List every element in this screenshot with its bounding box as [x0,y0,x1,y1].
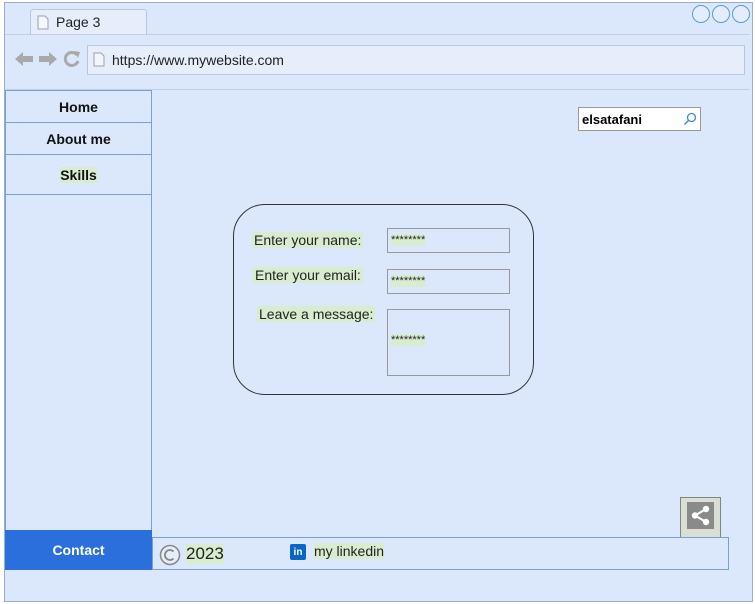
message-field[interactable]: ******** [387,309,510,376]
contact-button[interactable]: Contact [5,530,152,570]
footer: 2023 in my linkedin [152,537,729,570]
search-value: elsatafani [582,112,642,127]
name-field[interactable]: ******** [387,228,510,253]
browser-tab[interactable]: Page 3 [30,9,147,35]
sidebar: Home About me Skills [5,90,152,570]
sidebar-item-home[interactable]: Home [6,91,151,123]
tab-title: Page 3 [56,14,101,30]
sidebar-item-label: About me [46,130,111,147]
search-icon[interactable] [683,112,697,131]
share-button[interactable] [680,497,721,538]
message-label: Leave a message: [257,306,376,322]
name-label: Enter your name: [252,232,364,248]
name-value: ******** [391,234,426,246]
email-field[interactable]: ******** [387,269,510,294]
linkedin-icon[interactable]: in [290,544,306,560]
email-label: Enter your email: [253,267,363,283]
address-bar[interactable]: https://www.mywebsite.com [87,45,745,75]
reload-icon[interactable] [63,50,81,73]
page-icon [93,52,105,72]
page-icon [37,15,49,35]
window-control-icon[interactable] [692,5,710,23]
sidebar-item-label: Home [59,98,98,115]
sidebar-item-skills[interactable]: Skills [6,155,151,195]
sidebar-item-about[interactable]: About me [6,123,151,155]
message-value: ******** [391,334,426,346]
search-input[interactable]: elsatafani [578,107,701,131]
sidebar-item-label: Skills [60,166,97,183]
share-icon [687,501,714,534]
linkedin-link[interactable]: my linkedin [314,543,385,559]
window-control-icon[interactable] [712,5,730,23]
forward-arrow-icon[interactable] [38,50,58,73]
tab-divider [5,34,750,35]
back-arrow-icon[interactable] [14,50,34,73]
url-text: https://www.mywebsite.com [112,52,284,68]
contact-label: Contact [52,542,105,558]
copyright-year: 2023 [186,544,224,564]
email-value: ******** [391,275,426,287]
window-control-icon[interactable] [732,5,750,23]
copyright-icon [159,544,181,571]
